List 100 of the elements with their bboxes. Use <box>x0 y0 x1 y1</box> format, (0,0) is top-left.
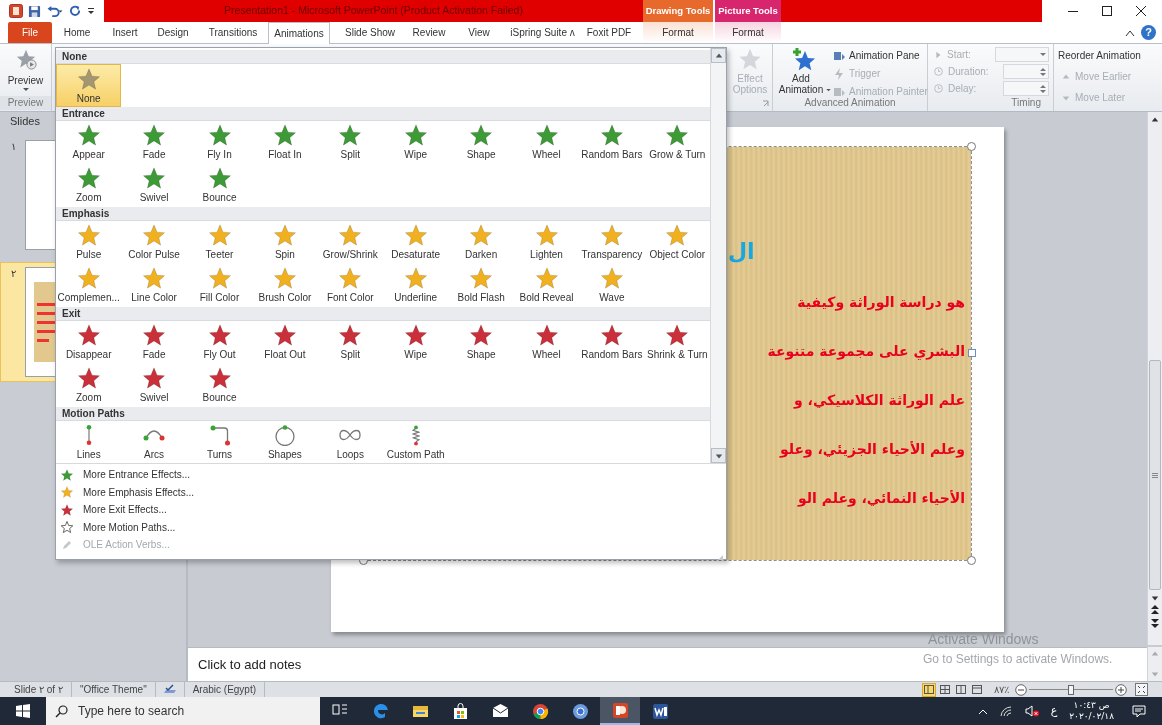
animation-option[interactable]: Underline <box>383 264 449 307</box>
notifications-icon[interactable] <box>1132 704 1146 718</box>
animation-option[interactable]: Desaturate <box>383 221 449 264</box>
animation-option[interactable]: Complemen... <box>56 264 122 307</box>
animation-option[interactable]: Shrink & Turn <box>644 321 710 364</box>
animation-option[interactable]: Brush Color <box>252 264 318 307</box>
animation-option[interactable]: Zoom <box>56 364 122 407</box>
help-button[interactable]: ? <box>1141 25 1156 40</box>
scroll-up-button[interactable] <box>711 48 726 63</box>
animation-option[interactable]: Fly In <box>186 121 253 164</box>
zoom-level[interactable]: ٨٧٪ <box>994 682 1009 697</box>
ribbon-tab[interactable]: Transitions <box>198 22 268 43</box>
panel-tab[interactable]: Slides <box>10 112 40 130</box>
speaker-muted-icon[interactable] <box>1024 705 1039 717</box>
windows-logo-icon[interactable] <box>16 704 30 718</box>
ribbon-tab[interactable]: Slide Show <box>330 22 410 43</box>
animation-option[interactable]: Split <box>317 321 383 364</box>
scroll-down-button[interactable] <box>711 448 726 463</box>
slideshow-icon[interactable] <box>970 682 984 697</box>
animation-option[interactable]: Swivel <box>121 364 187 407</box>
ribbon-tab[interactable]: Foxit PDF <box>575 22 643 43</box>
search-field[interactable]: Type here to search <box>46 697 320 725</box>
slide-sorter-icon[interactable] <box>938 682 952 697</box>
animation-option[interactable]: Float In <box>252 121 318 164</box>
clock-time[interactable]: ص ١٠:٤٣ <box>1073 700 1110 711</box>
animation-option[interactable]: Fade <box>121 121 187 164</box>
ribbon-tab[interactable]: iSpring Suite ʌ <box>510 22 575 43</box>
zoom-in-icon[interactable] <box>1115 683 1127 696</box>
previous-slide-icon[interactable] <box>1151 605 1159 615</box>
animation-option[interactable]: Wipe <box>383 321 449 364</box>
animation-option[interactable]: Grow/Shrink <box>317 221 383 264</box>
spell-check-icon[interactable] <box>162 684 177 695</box>
menu-item[interactable]: More Exit Effects... <box>56 501 726 519</box>
animation-option[interactable]: Bounce <box>186 364 253 407</box>
animation-option[interactable]: Bounce <box>186 164 253 207</box>
maximize-icon[interactable] <box>1101 5 1113 17</box>
animation-option[interactable]: Appear <box>56 121 122 164</box>
animation-option[interactable]: Split <box>317 121 383 164</box>
wifi-icon[interactable] <box>999 705 1013 717</box>
preview-button[interactable]: Preview <box>0 44 51 96</box>
animation-option[interactable]: Fill Color <box>186 264 253 307</box>
resize-handle[interactable] <box>968 349 976 357</box>
zoom-out-icon[interactable] <box>1015 683 1027 696</box>
animation-option[interactable]: Fly Out <box>186 321 253 364</box>
animation-option[interactable]: Object Color <box>644 221 710 264</box>
animation-option[interactable]: Bold Reveal <box>513 264 580 307</box>
animation-option[interactable]: Custom Path <box>383 421 449 463</box>
start-dropdown[interactable] <box>995 47 1049 62</box>
zoom-slider-thumb[interactable] <box>1068 684 1074 695</box>
collapse-ribbon-icon[interactable] <box>1125 28 1135 37</box>
animation-option[interactable]: Zoom <box>56 164 122 207</box>
input-language[interactable]: ع <box>1050 702 1058 720</box>
ribbon-tab[interactable]: File <box>8 22 52 43</box>
save-icon[interactable] <box>28 4 41 18</box>
animation-option[interactable]: Color Pulse <box>121 221 187 264</box>
ribbon-tab[interactable]: View <box>448 22 510 43</box>
animation-option[interactable]: Loops <box>317 421 383 463</box>
ribbon-tab[interactable]: Animations <box>268 22 330 44</box>
animation-option[interactable]: Shapes <box>252 421 318 463</box>
resize-handle[interactable] <box>967 556 976 565</box>
normal-view-icon[interactable] <box>922 682 936 697</box>
animation-option[interactable]: Arcs <box>121 421 187 463</box>
animation-option[interactable]: None <box>56 64 122 107</box>
animation-option[interactable]: Transparency <box>579 221 645 264</box>
animation-option[interactable]: Random Bars <box>579 121 645 164</box>
animation-option[interactable]: Wave <box>579 264 645 307</box>
ribbon-tab[interactable]: Design <box>148 22 198 43</box>
animation-option[interactable]: Shape <box>448 321 514 364</box>
undo-icon[interactable] <box>46 4 64 18</box>
scroll-thumb[interactable] <box>1149 360 1161 590</box>
animation-option[interactable]: Wheel <box>513 121 580 164</box>
ribbon-tab[interactable]: Review <box>410 22 448 43</box>
animation-option[interactable]: Bold Flash <box>448 264 514 307</box>
animation-option[interactable]: Font Color <box>317 264 383 307</box>
animation-option[interactable]: Fade <box>121 321 187 364</box>
fit-to-window-icon[interactable] <box>1135 683 1148 696</box>
customize-toolbar-icon[interactable] <box>87 5 95 17</box>
menu-item[interactable]: More Motion Paths... <box>56 518 726 536</box>
animation-option[interactable]: Pulse <box>56 221 122 264</box>
chevron-up-icon[interactable] <box>977 707 988 715</box>
zoom-slider[interactable] <box>1029 683 1113 696</box>
animation-option[interactable]: Wipe <box>383 121 449 164</box>
ribbon-tab[interactable]: Home <box>52 22 102 43</box>
spinner-field[interactable] <box>1003 64 1049 79</box>
resize-handle[interactable] <box>967 142 976 151</box>
reading-view-icon[interactable] <box>954 682 968 697</box>
animation-option[interactable]: Shape <box>448 121 514 164</box>
ribbon-command[interactable]: Animation Pane <box>833 48 928 63</box>
animation-option[interactable]: Lighten <box>513 221 580 264</box>
animation-option[interactable]: Line Color <box>121 264 187 307</box>
animation-option[interactable]: Teeter <box>186 221 253 264</box>
taskbar-app[interactable] <box>600 697 640 725</box>
menu-item[interactable]: More Emphasis Effects... <box>56 483 726 501</box>
animation-option[interactable]: Disappear <box>56 321 122 364</box>
animation-option[interactable]: Darken <box>448 221 514 264</box>
ribbon-tab[interactable]: Insert <box>102 22 148 43</box>
add-animation-button[interactable]: Add Animation <box>777 47 831 96</box>
ribbon-tab[interactable]: Format <box>715 22 781 43</box>
resize-grip-icon[interactable] <box>717 553 724 561</box>
spinner-field[interactable] <box>1003 81 1049 96</box>
